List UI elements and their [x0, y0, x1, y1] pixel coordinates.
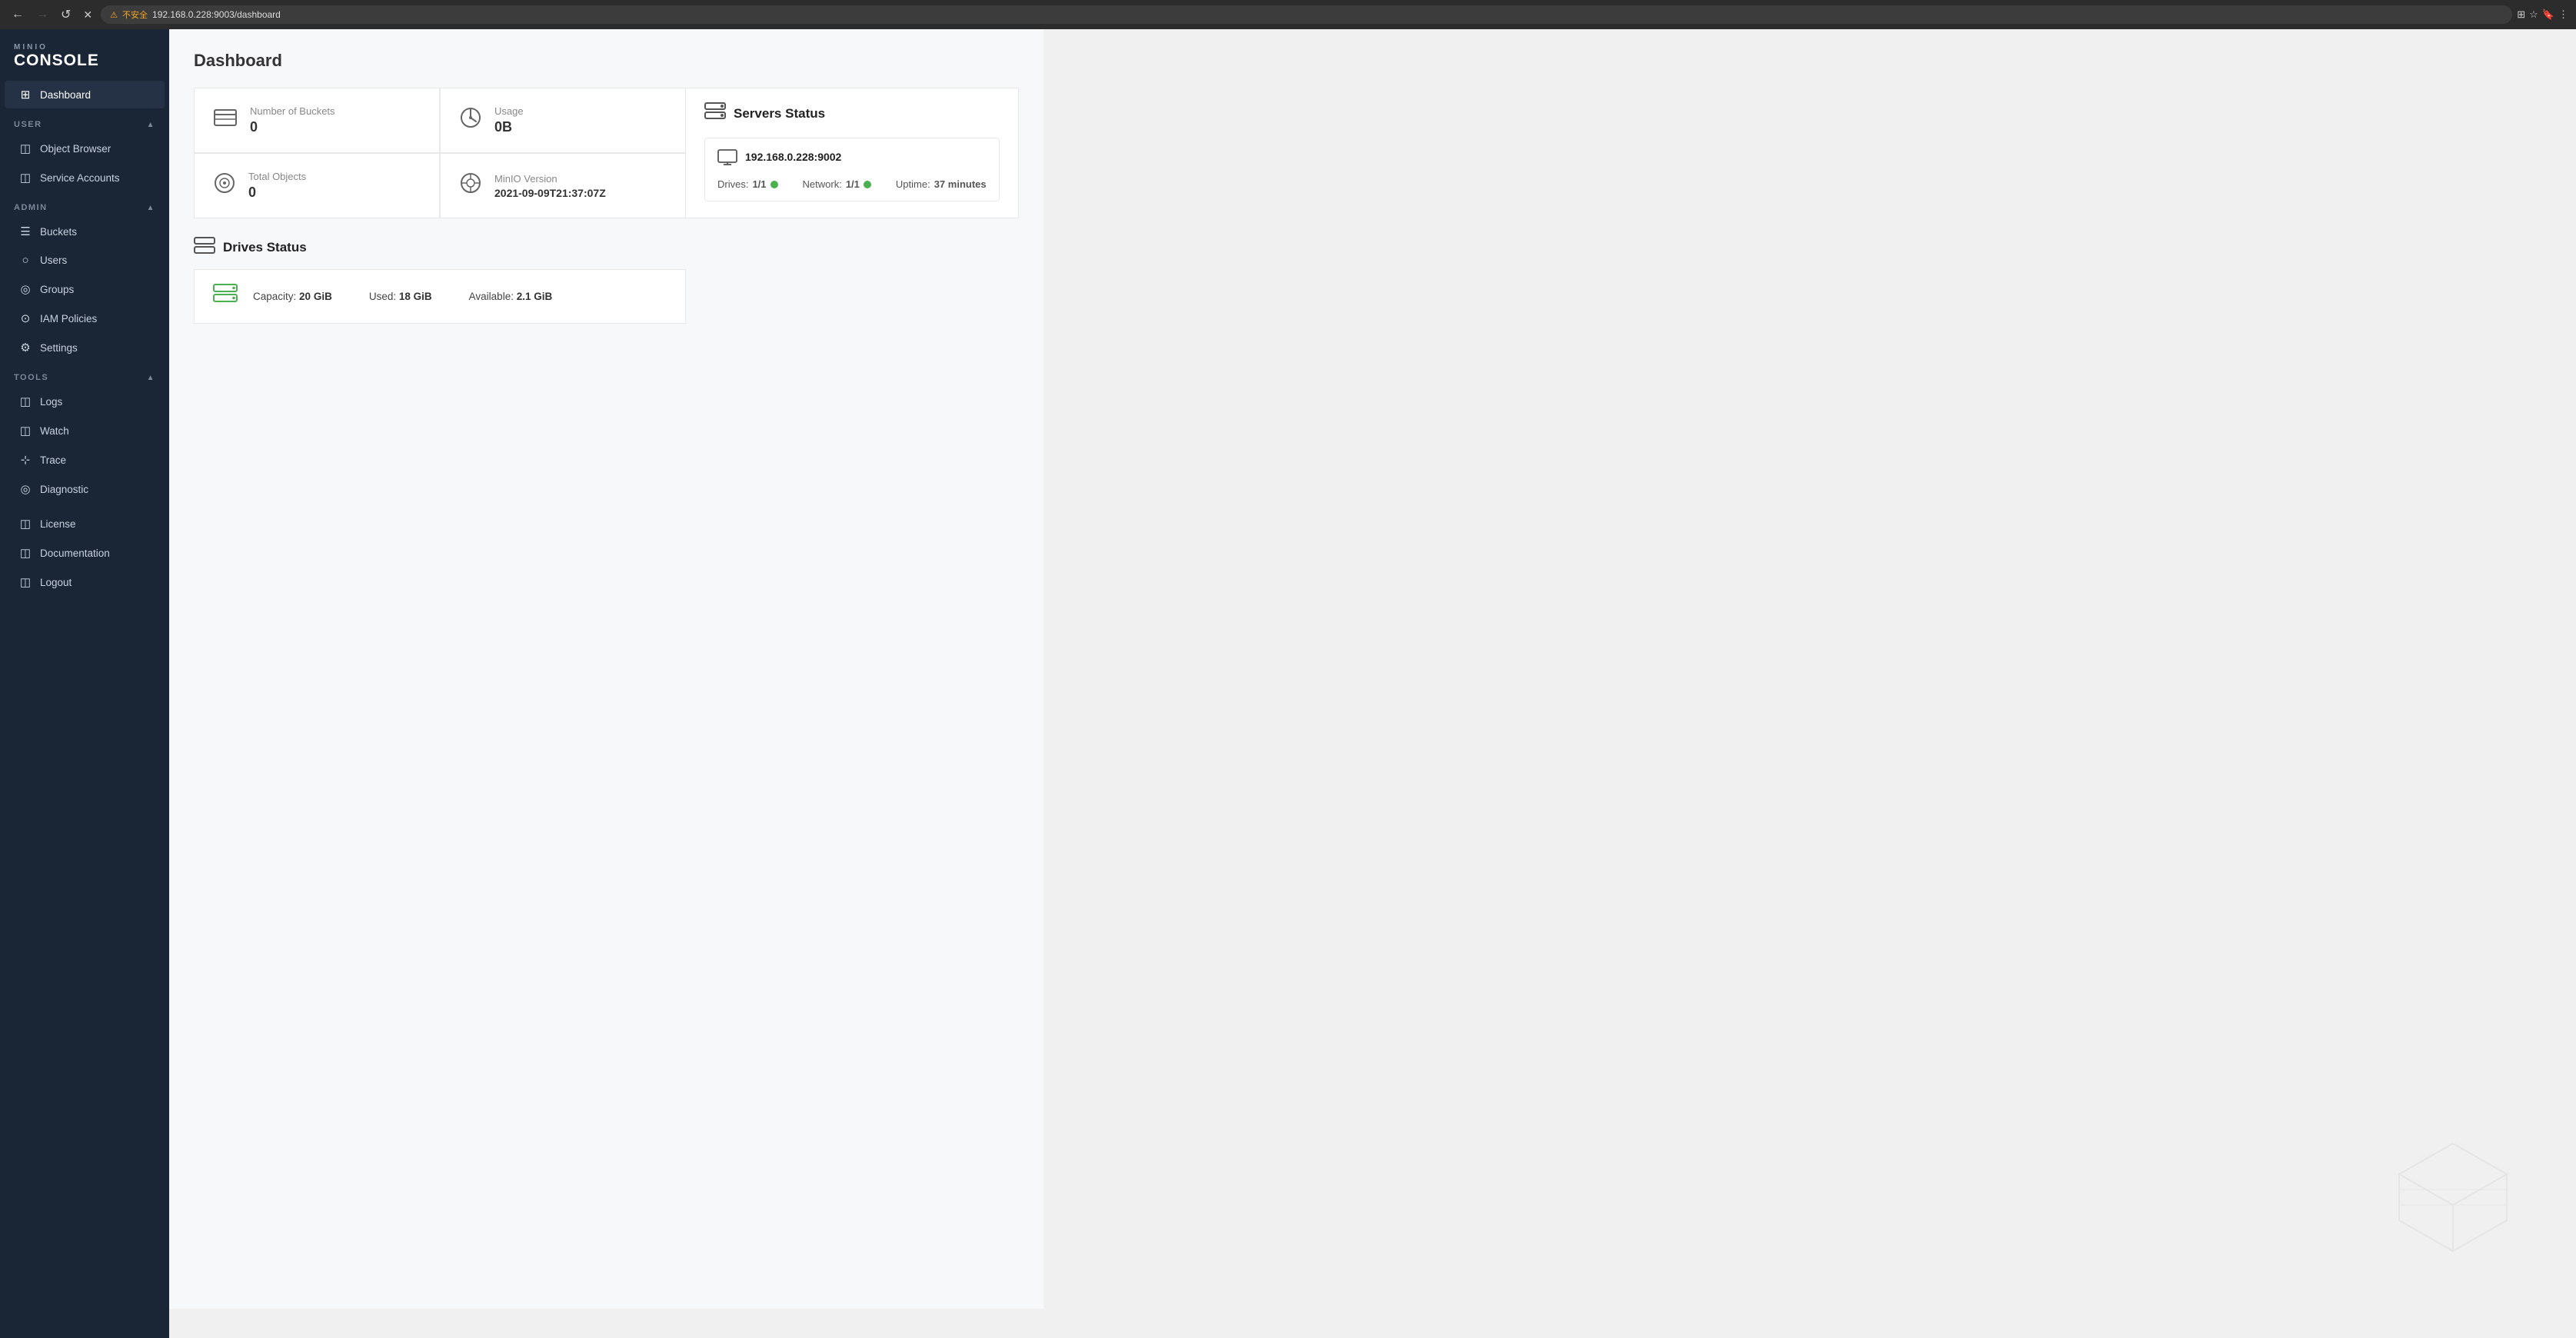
drive-card-icon — [213, 284, 238, 309]
server-entry: 192.168.0.228:9002 Drives: 1/1 Network: … — [704, 138, 1000, 201]
sidebar-item-object-browser[interactable]: ◫ Object Browser — [5, 135, 165, 162]
servers-status-icon — [704, 102, 726, 125]
user-section-chevron: ▲ — [147, 121, 155, 129]
sidebar-item-logs[interactable]: ◫ Logs — [5, 388, 165, 415]
reload-button[interactable]: ↺ — [57, 5, 75, 24]
page-title: Dashboard — [194, 51, 1019, 71]
uptime-stat: Uptime: 37 minutes — [896, 178, 987, 190]
product-text: CONSOLE — [14, 52, 155, 69]
documentation-icon: ◫ — [18, 546, 32, 560]
browser-action-3[interactable]: 🔖 — [2542, 8, 2554, 21]
drives-stat: Drives: 1/1 — [717, 178, 778, 190]
sidebar-item-documentation[interactable]: ◫ Documentation — [5, 539, 165, 567]
security-warning-text: 不安全 — [122, 8, 148, 21]
drives-status-icon — [194, 237, 215, 258]
url-text: 192.168.0.228:9003/dashboard — [152, 9, 281, 20]
usage-stat-icon — [459, 106, 482, 135]
dashboard-icon: ⊞ — [18, 88, 32, 102]
drives-section: Drives Status Capacity: — [194, 237, 1019, 324]
sidebar-item-watch[interactable]: ◫ Watch — [5, 417, 165, 444]
sidebar: MINIO CONSOLE ⊞ Dashboard USER ▲ ◫ Objec… — [0, 29, 169, 1338]
users-icon: ○ — [18, 254, 32, 267]
network-dot — [864, 181, 871, 188]
servers-status-card: Servers Status 192.168.0.228:9 — [686, 88, 1019, 218]
license-icon: ◫ — [18, 517, 32, 531]
iam-policies-icon: ⊙ — [18, 311, 32, 325]
close-button[interactable]: ✕ — [79, 7, 96, 23]
url-bar[interactable]: ⚠ 不安全 192.168.0.228:9003/dashboard — [101, 5, 2512, 24]
network-stat: Network: 1/1 — [803, 178, 871, 190]
buckets-stat-card: Number of Buckets 0 — [194, 88, 440, 153]
admin-section-chevron: ▲ — [147, 204, 155, 212]
drives-dot — [770, 181, 778, 188]
groups-icon: ◎ — [18, 282, 32, 296]
sidebar-item-service-accounts[interactable]: ◫ Service Accounts — [5, 164, 165, 191]
main-content: Dashboard N — [169, 29, 1043, 1309]
logout-icon: ◫ — [18, 575, 32, 589]
buckets-stat-icon — [213, 107, 238, 134]
sidebar-item-users[interactable]: ○ Users — [5, 247, 165, 274]
sidebar-item-iam-policies[interactable]: ⊙ IAM Policies — [5, 305, 165, 332]
servers-status-title: Servers Status — [734, 106, 825, 121]
server-address: 192.168.0.228:9002 — [745, 151, 841, 163]
sidebar-item-dashboard[interactable]: ⊞ Dashboard — [5, 81, 165, 108]
buckets-value: 0 — [250, 119, 335, 135]
logs-icon: ◫ — [18, 394, 32, 408]
total-objects-stat-icon — [213, 171, 236, 200]
admin-section-label: ADMIN ▲ — [0, 192, 169, 217]
sidebar-item-settings[interactable]: ⚙ Settings — [5, 334, 165, 361]
trace-icon: ⊹ — [18, 453, 32, 467]
minio-version-value: 2021-09-09T21:37:07Z — [494, 187, 606, 199]
usage-value: 0B — [494, 119, 524, 135]
drives-card: Capacity: 20 GiB Used: 18 GiB Available:… — [194, 269, 686, 324]
minio-version-stat-card: MinIO Version 2021-09-09T21:37:07Z — [440, 153, 686, 218]
back-button[interactable]: ← — [8, 6, 28, 23]
buckets-label: Number of Buckets — [250, 105, 335, 117]
minio-version-stat-icon — [459, 171, 482, 200]
logo: MINIO CONSOLE — [0, 29, 169, 80]
sidebar-item-buckets[interactable]: ☰ Buckets — [5, 218, 165, 245]
used-stat: Used: 18 GiB — [369, 291, 432, 302]
sidebar-item-license[interactable]: ◫ License — [5, 510, 165, 538]
tools-section-label: TOOLS ▲ — [0, 362, 169, 387]
buckets-icon: ☰ — [18, 225, 32, 238]
user-section-label: USER ▲ — [0, 109, 169, 134]
available-stat: Available: 2.1 GiB — [469, 291, 553, 302]
total-objects-value: 0 — [248, 185, 306, 201]
browser-action-2[interactable]: ☆ — [2529, 8, 2538, 21]
object-browser-icon: ◫ — [18, 141, 32, 155]
browser-settings[interactable]: ⋮ — [2558, 8, 2568, 21]
capacity-stat: Capacity: 20 GiB — [253, 291, 332, 302]
drives-status-title: Drives Status — [223, 240, 307, 255]
settings-icon: ⚙ — [18, 341, 32, 354]
browser-action-1[interactable]: ⊞ — [2517, 8, 2525, 21]
sidebar-item-logout[interactable]: ◫ Logout — [5, 568, 165, 596]
forward-button[interactable]: → — [32, 6, 52, 23]
usage-stat-card: Usage 0B — [440, 88, 686, 153]
total-objects-stat-card: Total Objects 0 — [194, 153, 440, 218]
sidebar-item-groups[interactable]: ◎ Groups — [5, 275, 165, 303]
security-warning-icon: ⚠ — [110, 10, 118, 20]
service-accounts-icon: ◫ — [18, 171, 32, 185]
server-monitor-icon — [717, 149, 737, 171]
sidebar-item-diagnostic[interactable]: ◎ Diagnostic — [5, 475, 165, 503]
total-objects-label: Total Objects — [248, 171, 306, 182]
usage-label: Usage — [494, 105, 524, 117]
minio-version-label: MinIO Version — [494, 173, 606, 185]
sidebar-item-trace[interactable]: ⊹ Trace — [5, 446, 165, 474]
watch-icon: ◫ — [18, 424, 32, 438]
diagnostic-icon: ◎ — [18, 482, 32, 496]
tools-section-chevron: ▲ — [147, 374, 155, 382]
brand-text: MINIO — [14, 43, 155, 52]
